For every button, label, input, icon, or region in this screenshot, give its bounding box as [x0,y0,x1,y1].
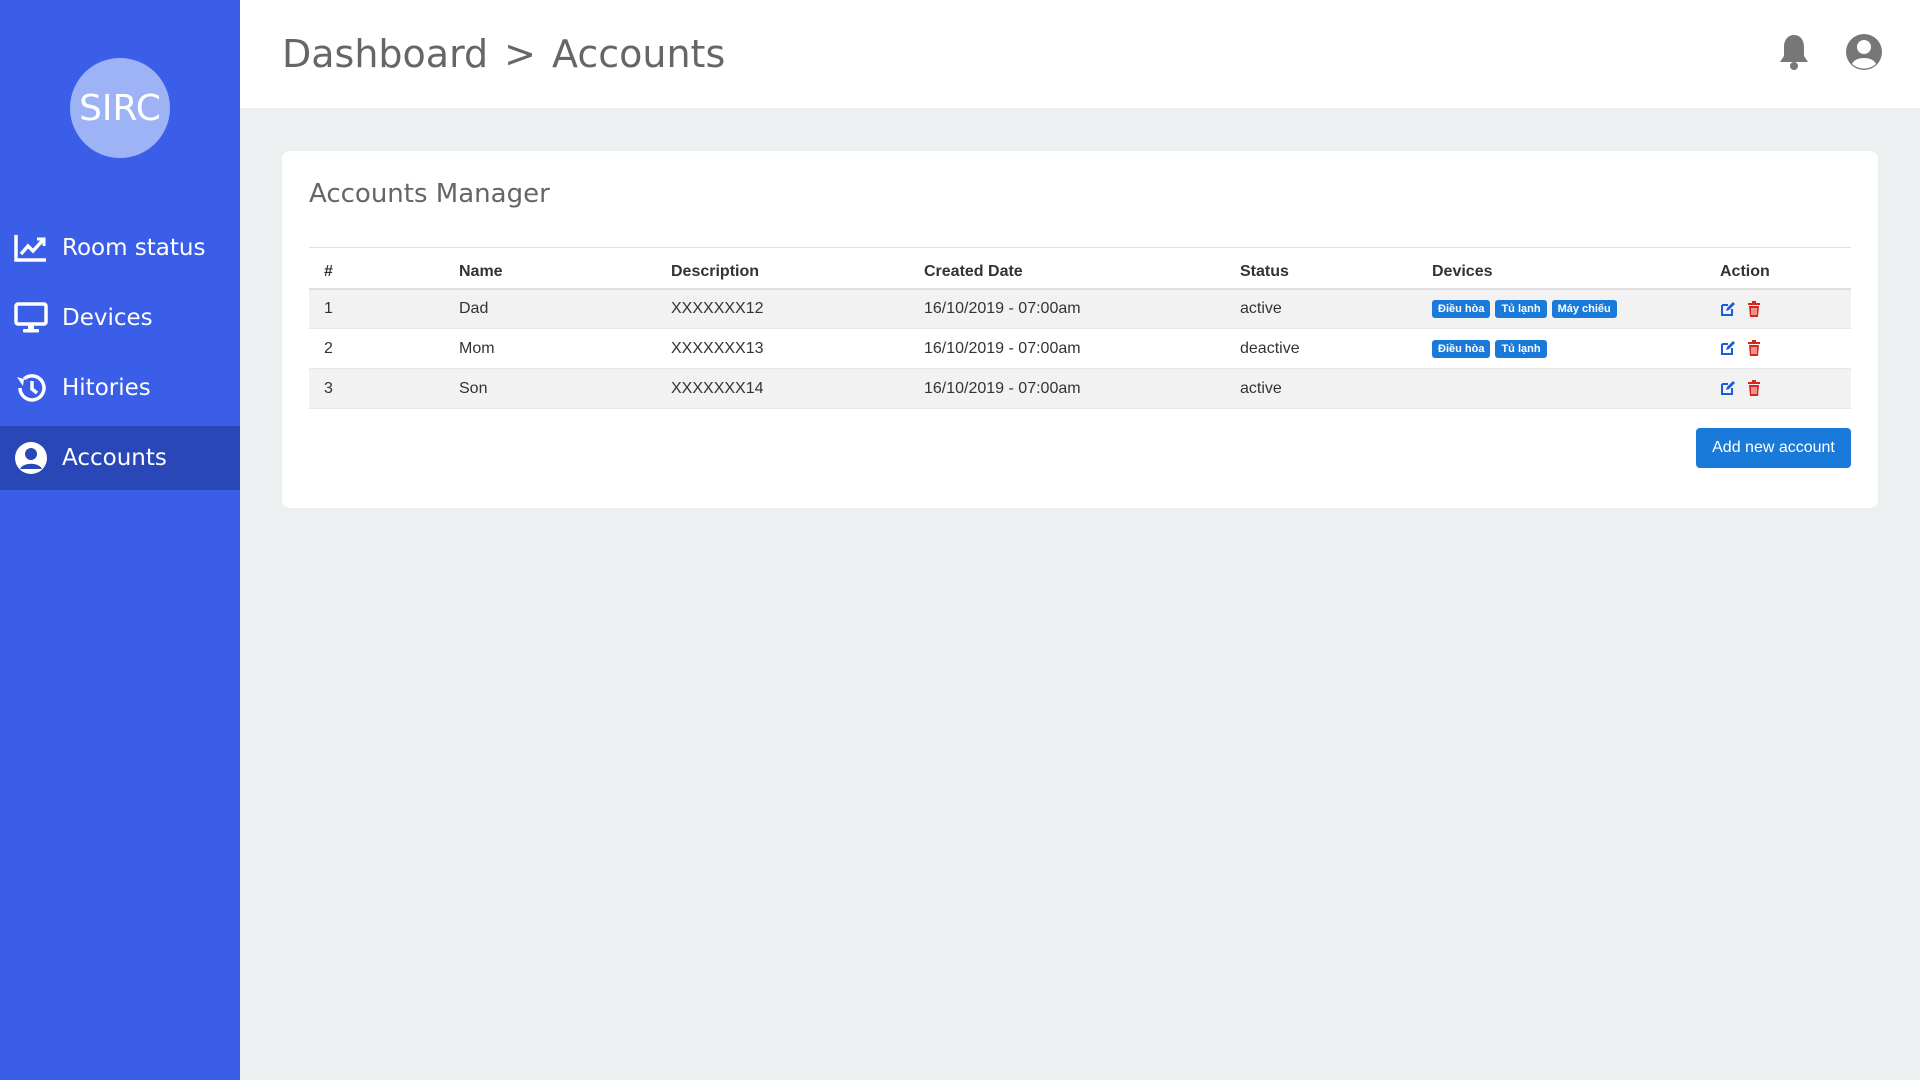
cell-num: 1 [309,288,444,329]
breadcrumb: Dashboard > Accounts [282,32,725,76]
cell-name: Mom [444,328,656,369]
chart-line-icon [14,231,48,265]
table-row: 2 Mom XXXXXXX13 16/10/2019 - 07:00am dea… [309,328,1851,369]
cell-name: Dad [444,288,656,329]
sidebar: SIRC Room status Devices Hitories Accoun… [0,0,240,1080]
column-header-action: Action [1705,247,1851,290]
monitor-icon [14,301,48,335]
cell-devices: Điều hòa Tủ lạnh Máy chiếu [1417,288,1705,329]
add-new-account-button[interactable]: Add new account [1696,428,1851,468]
card-title: Accounts Manager [309,179,550,209]
cell-action [1705,288,1851,329]
breadcrumb-dashboard[interactable]: Dashboard [282,32,488,76]
header: Dashboard > Accounts [240,0,1920,108]
cell-devices: Điều hòa Tủ lạnh [1417,328,1705,369]
device-badge: Điều hòa [1432,300,1491,319]
edit-icon[interactable] [1720,340,1736,356]
user-circle-icon [14,441,48,475]
sidebar-item-room-status[interactable]: Room status [0,216,240,280]
column-header-num: # [309,247,444,290]
table-row: 3 Son XXXXXXX14 16/10/2019 - 07:00am act… [309,368,1851,409]
device-badge: Máy chiếu [1551,300,1617,319]
cell-num: 3 [309,368,444,409]
sidebar-item-label: Room status [62,235,206,261]
accounts-table: # Name Description Created Date Status D… [309,247,1851,409]
sidebar-item-accounts[interactable]: Accounts [0,426,240,490]
sidebar-nav: Room status Devices Hitories Accounts [0,216,240,496]
column-header-description: Description [656,247,909,290]
user-circle-icon[interactable] [1844,32,1884,72]
logo: SIRC [70,58,170,158]
sidebar-item-label: Hitories [62,375,151,401]
cell-action [1705,368,1851,409]
trash-icon[interactable] [1747,340,1763,357]
history-icon [14,371,48,405]
sidebar-item-label: Devices [62,305,153,331]
device-badge: Tủ lạnh [1495,300,1547,319]
sidebar-item-label: Accounts [62,445,167,471]
column-header-name: Name [444,247,656,290]
sidebar-item-histories[interactable]: Hitories [0,356,240,420]
sidebar-item-devices[interactable]: Devices [0,286,240,350]
edit-icon[interactable] [1720,380,1736,396]
cell-name: Son [444,368,656,409]
cell-created-date: 16/10/2019 - 07:00am [909,328,1225,369]
cell-num: 2 [309,328,444,369]
edit-icon[interactable] [1720,301,1736,317]
cell-devices [1417,368,1705,409]
cell-description: XXXXXXX12 [656,288,909,329]
table-row: 1 Dad XXXXXXX12 16/10/2019 - 07:00am act… [309,288,1851,329]
cell-status: active [1225,288,1417,329]
cell-description: XXXXXXX14 [656,368,909,409]
column-header-created-date: Created Date [909,247,1225,290]
trash-icon[interactable] [1747,380,1763,397]
cell-status: active [1225,368,1417,409]
device-badge: Tủ lạnh [1495,340,1547,358]
device-badge: Điều hòa [1432,340,1491,358]
accounts-card: Accounts Manager # Name Description Crea… [282,151,1878,508]
cell-action [1705,328,1851,369]
cell-created-date: 16/10/2019 - 07:00am [909,288,1225,329]
cell-status: deactive [1225,328,1417,369]
header-icons [1774,32,1884,72]
column-header-status: Status [1225,247,1417,290]
breadcrumb-separator: > [504,32,537,76]
table-header-row: # Name Description Created Date Status D… [309,247,1851,290]
cell-created-date: 16/10/2019 - 07:00am [909,368,1225,409]
breadcrumb-accounts: Accounts [552,32,726,76]
column-header-devices: Devices [1417,247,1705,290]
cell-description: XXXXXXX13 [656,328,909,369]
bell-icon[interactable] [1774,32,1814,72]
trash-icon[interactable] [1747,300,1763,317]
